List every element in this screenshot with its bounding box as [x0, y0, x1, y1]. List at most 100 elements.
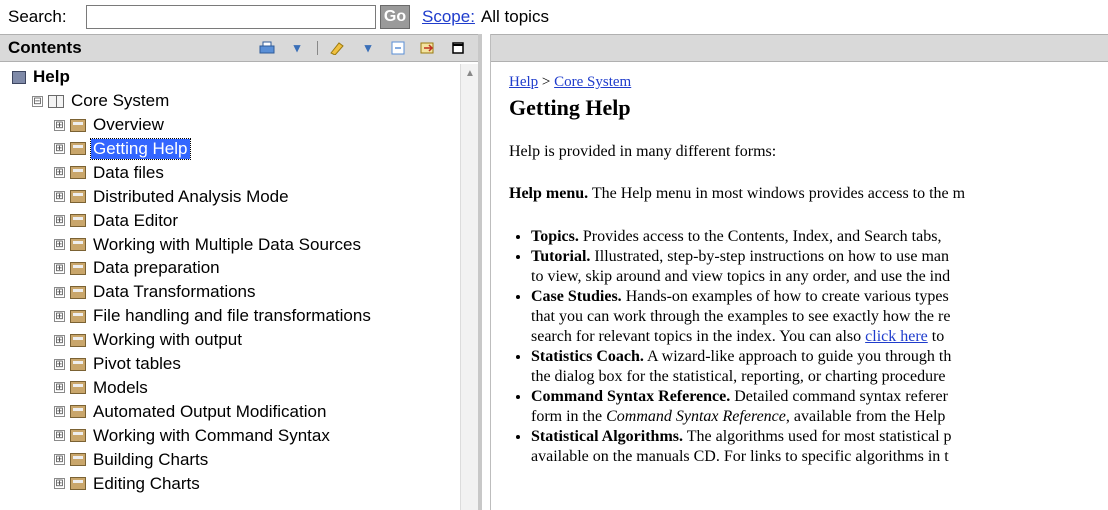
tree-item-label: Automated Output Modification	[93, 401, 327, 421]
contents-tree: Help ⊟ Core System ⊞ Overview ⊞ Getting Hel…	[0, 64, 460, 510]
expand-icon[interactable]: ⊞	[54, 191, 65, 203]
expand-icon[interactable]: ⊞	[54, 215, 65, 227]
expand-icon[interactable]: ⊞	[54, 454, 65, 466]
book-icon	[70, 166, 86, 180]
topic-content: Help > Core System Getting Help Help is …	[509, 74, 1108, 510]
expand-icon[interactable]: ⊞	[54, 382, 65, 394]
tree-item-label: Getting Help	[90, 137, 191, 160]
tree-item-label: Editing Charts	[93, 473, 200, 493]
breadcrumb: Help > Core System	[509, 74, 1108, 91]
tree-item[interactable]: ⊞ Overview	[54, 114, 166, 136]
bullet-text: Hands-on examples of how to create vario…	[621, 288, 949, 305]
contents-scrollbar[interactable]: ▲	[460, 64, 478, 510]
expand-icon[interactable]: ⊞	[54, 239, 65, 250]
bullet-heading: Topics.	[531, 228, 579, 245]
bullet-text: search for relevant topics in the index.…	[531, 328, 866, 345]
expand-icon[interactable]: ⊞	[54, 119, 65, 131]
tree-section-label: Core System	[71, 91, 170, 110]
tree-item[interactable]: ⊞ Working with Multiple Data Sources	[54, 234, 363, 256]
tree-item[interactable]: ⊞ Data files	[54, 162, 166, 184]
expand-icon[interactable]: ⊞	[54, 262, 65, 274]
tree-item-label: Models	[93, 377, 148, 397]
tree-item[interactable]: ⊞ Working with output	[54, 329, 244, 351]
tree-item-label: File handling and file transformations	[93, 306, 371, 326]
list-item: Case Studies. Hands-on examples of how t…	[531, 287, 1108, 347]
tree-item-label: Building Charts	[93, 449, 209, 469]
tree-item[interactable]: ⊞ Data Transformations	[54, 281, 258, 303]
tree-item[interactable]: ⊞ Data Editor	[54, 210, 180, 232]
collapse-icon[interactable]: ⊟	[32, 95, 43, 107]
tree-item-label: Distributed Analysis Mode	[93, 186, 289, 206]
tree-item-label: Pivot tables	[93, 354, 181, 373]
bullet-text: The algorithms used for most statistical…	[683, 428, 952, 445]
tree-item-label: Data Editor	[93, 210, 179, 230]
tree-section[interactable]: ⊟ Core System	[32, 90, 171, 112]
bullet-heading: Case Studies.	[531, 288, 622, 305]
expand-icon[interactable]: ⊞	[54, 167, 65, 179]
tree-item[interactable]: ⊞ Distributed Analysis Mode	[54, 186, 291, 208]
collapse-all-icon[interactable]	[388, 39, 408, 57]
scroll-up-icon[interactable]: ▲	[465, 68, 475, 79]
expand-icon[interactable]: ⊞	[54, 310, 65, 322]
contents-title: Contents	[8, 38, 82, 57]
click-here-link[interactable]: click here	[865, 328, 928, 345]
tree-item-label: Data Transformations	[93, 282, 256, 302]
book-icon	[70, 190, 86, 204]
tree-item[interactable]: ⊞ Building Charts	[54, 449, 210, 471]
tree-item[interactable]: ⊞ Models	[54, 377, 150, 399]
tree-item[interactable]: ⊞ Working with Command Syntax	[54, 425, 332, 447]
help-forms-list: Topics. Provides access to the Contents,…	[509, 227, 1108, 467]
contents-pane: Contents ▾ ▾ Help ⊟ Core System ⊞ Overvi…	[0, 34, 482, 510]
toolbar-divider	[317, 41, 318, 55]
tree-item[interactable]: ⊞ Automated Output Modification	[54, 401, 328, 423]
contents-header: Contents ▾ ▾	[0, 34, 478, 62]
tree-item[interactable]: ⊞ File handling and file transformations	[54, 305, 373, 327]
scope-link[interactable]: Scope:	[422, 7, 475, 27]
book-icon	[70, 142, 86, 156]
expand-icon[interactable]: ⊞	[54, 286, 65, 298]
bullet-text: available on the manuals CD. For links t…	[531, 448, 949, 465]
print-icon[interactable]	[257, 39, 277, 57]
go-button[interactable]: Go	[380, 5, 410, 29]
book-icon	[70, 357, 86, 371]
bullet-text: Illustrated, step-by-step instructions o…	[590, 248, 950, 265]
book-icon	[70, 261, 86, 275]
tree-item[interactable]: ⊞ Editing Charts	[54, 473, 202, 495]
list-item: Statistics Coach. A wizard-like approach…	[531, 347, 1108, 387]
scope-value: All topics	[480, 7, 549, 26]
tree-item[interactable]: ⊞ Getting Help	[54, 137, 191, 160]
breadcrumb-core-system-link[interactable]: Core System	[554, 74, 631, 90]
expand-icon[interactable]: ⊞	[54, 334, 65, 346]
bullet-heading: Command Syntax Reference.	[531, 388, 731, 405]
expand-icon[interactable]: ⊞	[54, 143, 65, 155]
bullet-heading: Statistical Algorithms.	[531, 428, 683, 445]
list-item: Statistical Algorithms. The algorithms u…	[531, 427, 1108, 467]
expand-icon[interactable]: ⊞	[54, 358, 65, 370]
chevron-down-icon[interactable]: ▾	[358, 39, 378, 57]
tree-item[interactable]: ⊞ Pivot tables	[54, 353, 183, 375]
bullet-text: the dialog box for the statistical, repo…	[531, 368, 946, 385]
help-menu-paragraph: Help menu. The Help menu in most windows…	[509, 185, 1108, 203]
book-icon	[70, 429, 86, 443]
search-input[interactable]	[86, 5, 376, 29]
highlight-icon[interactable]	[328, 39, 348, 57]
expand-icon[interactable]: ⊞	[54, 430, 65, 442]
breadcrumb-help-link[interactable]: Help	[509, 74, 538, 90]
sync-toc-icon[interactable]	[418, 39, 438, 57]
expand-icon[interactable]: ⊞	[54, 478, 65, 489]
tree-root-label: Help	[33, 67, 70, 86]
bullet-text: that you can work through the examples t…	[531, 308, 951, 325]
bullet-italic-text: Command Syntax Reference	[606, 408, 786, 425]
topic-pane: Help > Core System Getting Help Help is …	[490, 34, 1108, 510]
tree-item[interactable]: ⊞ Data preparation	[54, 257, 222, 279]
book-icon	[70, 285, 86, 299]
tree-root[interactable]: Help	[12, 66, 72, 88]
book-icon	[70, 238, 86, 251]
open-book-icon	[48, 94, 64, 108]
book-icon	[70, 118, 86, 132]
search-label: Search:	[8, 7, 67, 26]
tree-item-label: Working with Command Syntax	[93, 425, 330, 445]
chevron-down-icon[interactable]: ▾	[287, 39, 307, 57]
expand-icon[interactable]: ⊞	[54, 406, 65, 418]
maximize-icon[interactable]	[448, 39, 468, 57]
